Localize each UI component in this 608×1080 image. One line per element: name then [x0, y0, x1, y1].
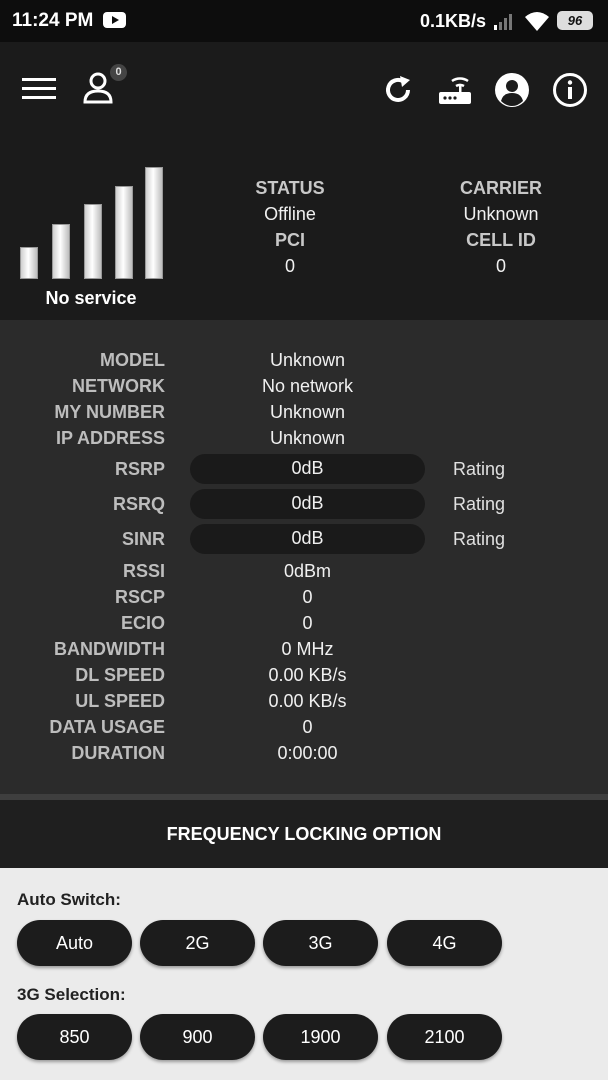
band-850-button[interactable]: 850	[17, 1014, 132, 1060]
detail-label: RSCP	[114, 587, 165, 607]
detail-label: NETWORK	[72, 376, 165, 396]
auto-switch-label: Auto Switch:	[17, 890, 121, 909]
status-value: Offline	[264, 204, 316, 224]
detail-value: No network	[261, 376, 354, 396]
detail-label: DURATION	[71, 743, 165, 763]
info-icon[interactable]	[552, 72, 588, 108]
rsrq-rating: Rating	[453, 494, 506, 514]
detail-row-sinr: SINR 0dB Rating	[0, 524, 608, 554]
network-speed: 0.1KB/s	[420, 11, 487, 31]
wifi-icon	[525, 12, 549, 31]
detail-value: Unknown	[269, 402, 346, 422]
4g-button[interactable]: 4G	[387, 920, 502, 966]
signal-summary: No service STATUS Offline PCI 0 CARRIER …	[0, 137, 608, 320]
cell-signal-icon	[494, 14, 512, 30]
cell-id-value: 0	[495, 256, 506, 276]
detail-label: DL SPEED	[75, 665, 165, 685]
menu-icon[interactable]	[22, 77, 56, 101]
detail-row-ul-speed: UL SPEED 0.00 KB/s	[0, 688, 608, 714]
detail-row-rscp: RSCP 0	[0, 584, 608, 610]
detail-row-ecio: ECIO 0	[0, 610, 608, 636]
rsrq-meter: 0dB	[190, 489, 425, 519]
sinr-rating: Rating	[453, 529, 506, 549]
detail-row-dl-speed: DL SPEED 0.00 KB/s	[0, 662, 608, 688]
detail-label: DATA USAGE	[49, 717, 165, 737]
detail-row-data-usage: DATA USAGE 0	[0, 714, 608, 740]
detail-label: ECIO	[120, 613, 165, 633]
band-2100-button[interactable]: 2100	[387, 1014, 502, 1060]
account-icon[interactable]	[494, 72, 530, 108]
sinr-meter: 0dB	[190, 524, 425, 554]
detail-label: MY NUMBER	[54, 402, 165, 422]
detail-row-rssi: RSSI 0dBm	[0, 558, 608, 584]
detail-label: UL SPEED	[75, 691, 165, 711]
detail-label: BANDWIDTH	[54, 639, 165, 659]
youtube-icon	[103, 12, 126, 28]
status-bar: 11:24 PM 0.1KB/s 96	[0, 0, 608, 42]
band-900-button[interactable]: 900	[140, 1014, 255, 1060]
detail-row-bandwidth: BANDWIDTH 0 MHz	[0, 636, 608, 662]
rsrp-rating: Rating	[453, 459, 506, 479]
rsrp-meter: 0dB	[190, 454, 425, 484]
detail-value: Unknown	[269, 428, 346, 448]
detail-value: 0.00 KB/s	[268, 665, 347, 685]
cell-id-label: CELL ID	[466, 230, 536, 250]
auto-button[interactable]: Auto	[17, 920, 132, 966]
detail-value: 0	[302, 717, 313, 737]
frequency-locking-header[interactable]: FREQUENCY LOCKING OPTION	[0, 800, 608, 868]
detail-row-rsrp: RSRP 0dB Rating	[0, 454, 608, 484]
detail-label: RSSI	[122, 561, 165, 581]
router-icon[interactable]	[438, 72, 472, 106]
app-bar: 0	[0, 42, 608, 137]
detail-row-ip-address: IP ADDRESS Unknown	[0, 425, 608, 451]
detail-value: 0	[302, 587, 313, 607]
user-icon[interactable]	[83, 72, 113, 104]
carrier-value: Unknown	[463, 204, 539, 224]
carrier-column: CARRIER Unknown CELL ID 0	[401, 175, 601, 279]
detail-label: RSRQ	[112, 494, 165, 514]
2g-button[interactable]: 2G	[140, 920, 255, 966]
detail-label: IP ADDRESS	[55, 428, 165, 448]
detail-row-duration: DURATION 0:00:00	[0, 740, 608, 766]
detail-row-rsrq: RSRQ 0dB Rating	[0, 489, 608, 519]
3g-selection-label: 3G Selection:	[17, 985, 126, 1004]
user-count-badge: 0	[110, 64, 127, 81]
detail-value: 0dBm	[283, 561, 332, 581]
detail-label: MODEL	[100, 350, 165, 370]
detail-value: Unknown	[269, 350, 346, 370]
battery-icon: 96	[557, 11, 593, 30]
detail-value: 0.00 KB/s	[268, 691, 347, 711]
status-time: 11:24 PM	[12, 10, 94, 31]
detail-row-model: MODEL Unknown	[0, 347, 608, 373]
signal-strength-icon	[20, 167, 170, 279]
pci-value: 0	[284, 256, 295, 276]
detail-value: 0	[302, 613, 313, 633]
detail-value: 0 MHz	[281, 639, 334, 659]
detail-label: SINR	[121, 529, 165, 549]
status-label: STATUS	[255, 178, 325, 198]
refresh-icon[interactable]	[382, 74, 414, 106]
pci-label: PCI	[274, 230, 305, 250]
status-column: STATUS Offline PCI 0	[190, 175, 390, 279]
band-1900-button[interactable]: 1900	[263, 1014, 378, 1060]
3g-button[interactable]: 3G	[263, 920, 378, 966]
detail-row-my-number: MY NUMBER Unknown	[0, 399, 608, 425]
signal-status-text: No service	[45, 288, 137, 308]
frequency-options: Auto Switch: Auto 2G 3G 4G 3G Selection:…	[0, 868, 608, 1080]
detail-value: 0:00:00	[277, 743, 338, 763]
detail-row-network: NETWORK No network	[0, 373, 608, 399]
carrier-label: CARRIER	[459, 178, 542, 198]
detail-label: RSRP	[114, 459, 165, 479]
signal-details: MODEL Unknown NETWORK No network MY NUMB…	[0, 320, 608, 794]
